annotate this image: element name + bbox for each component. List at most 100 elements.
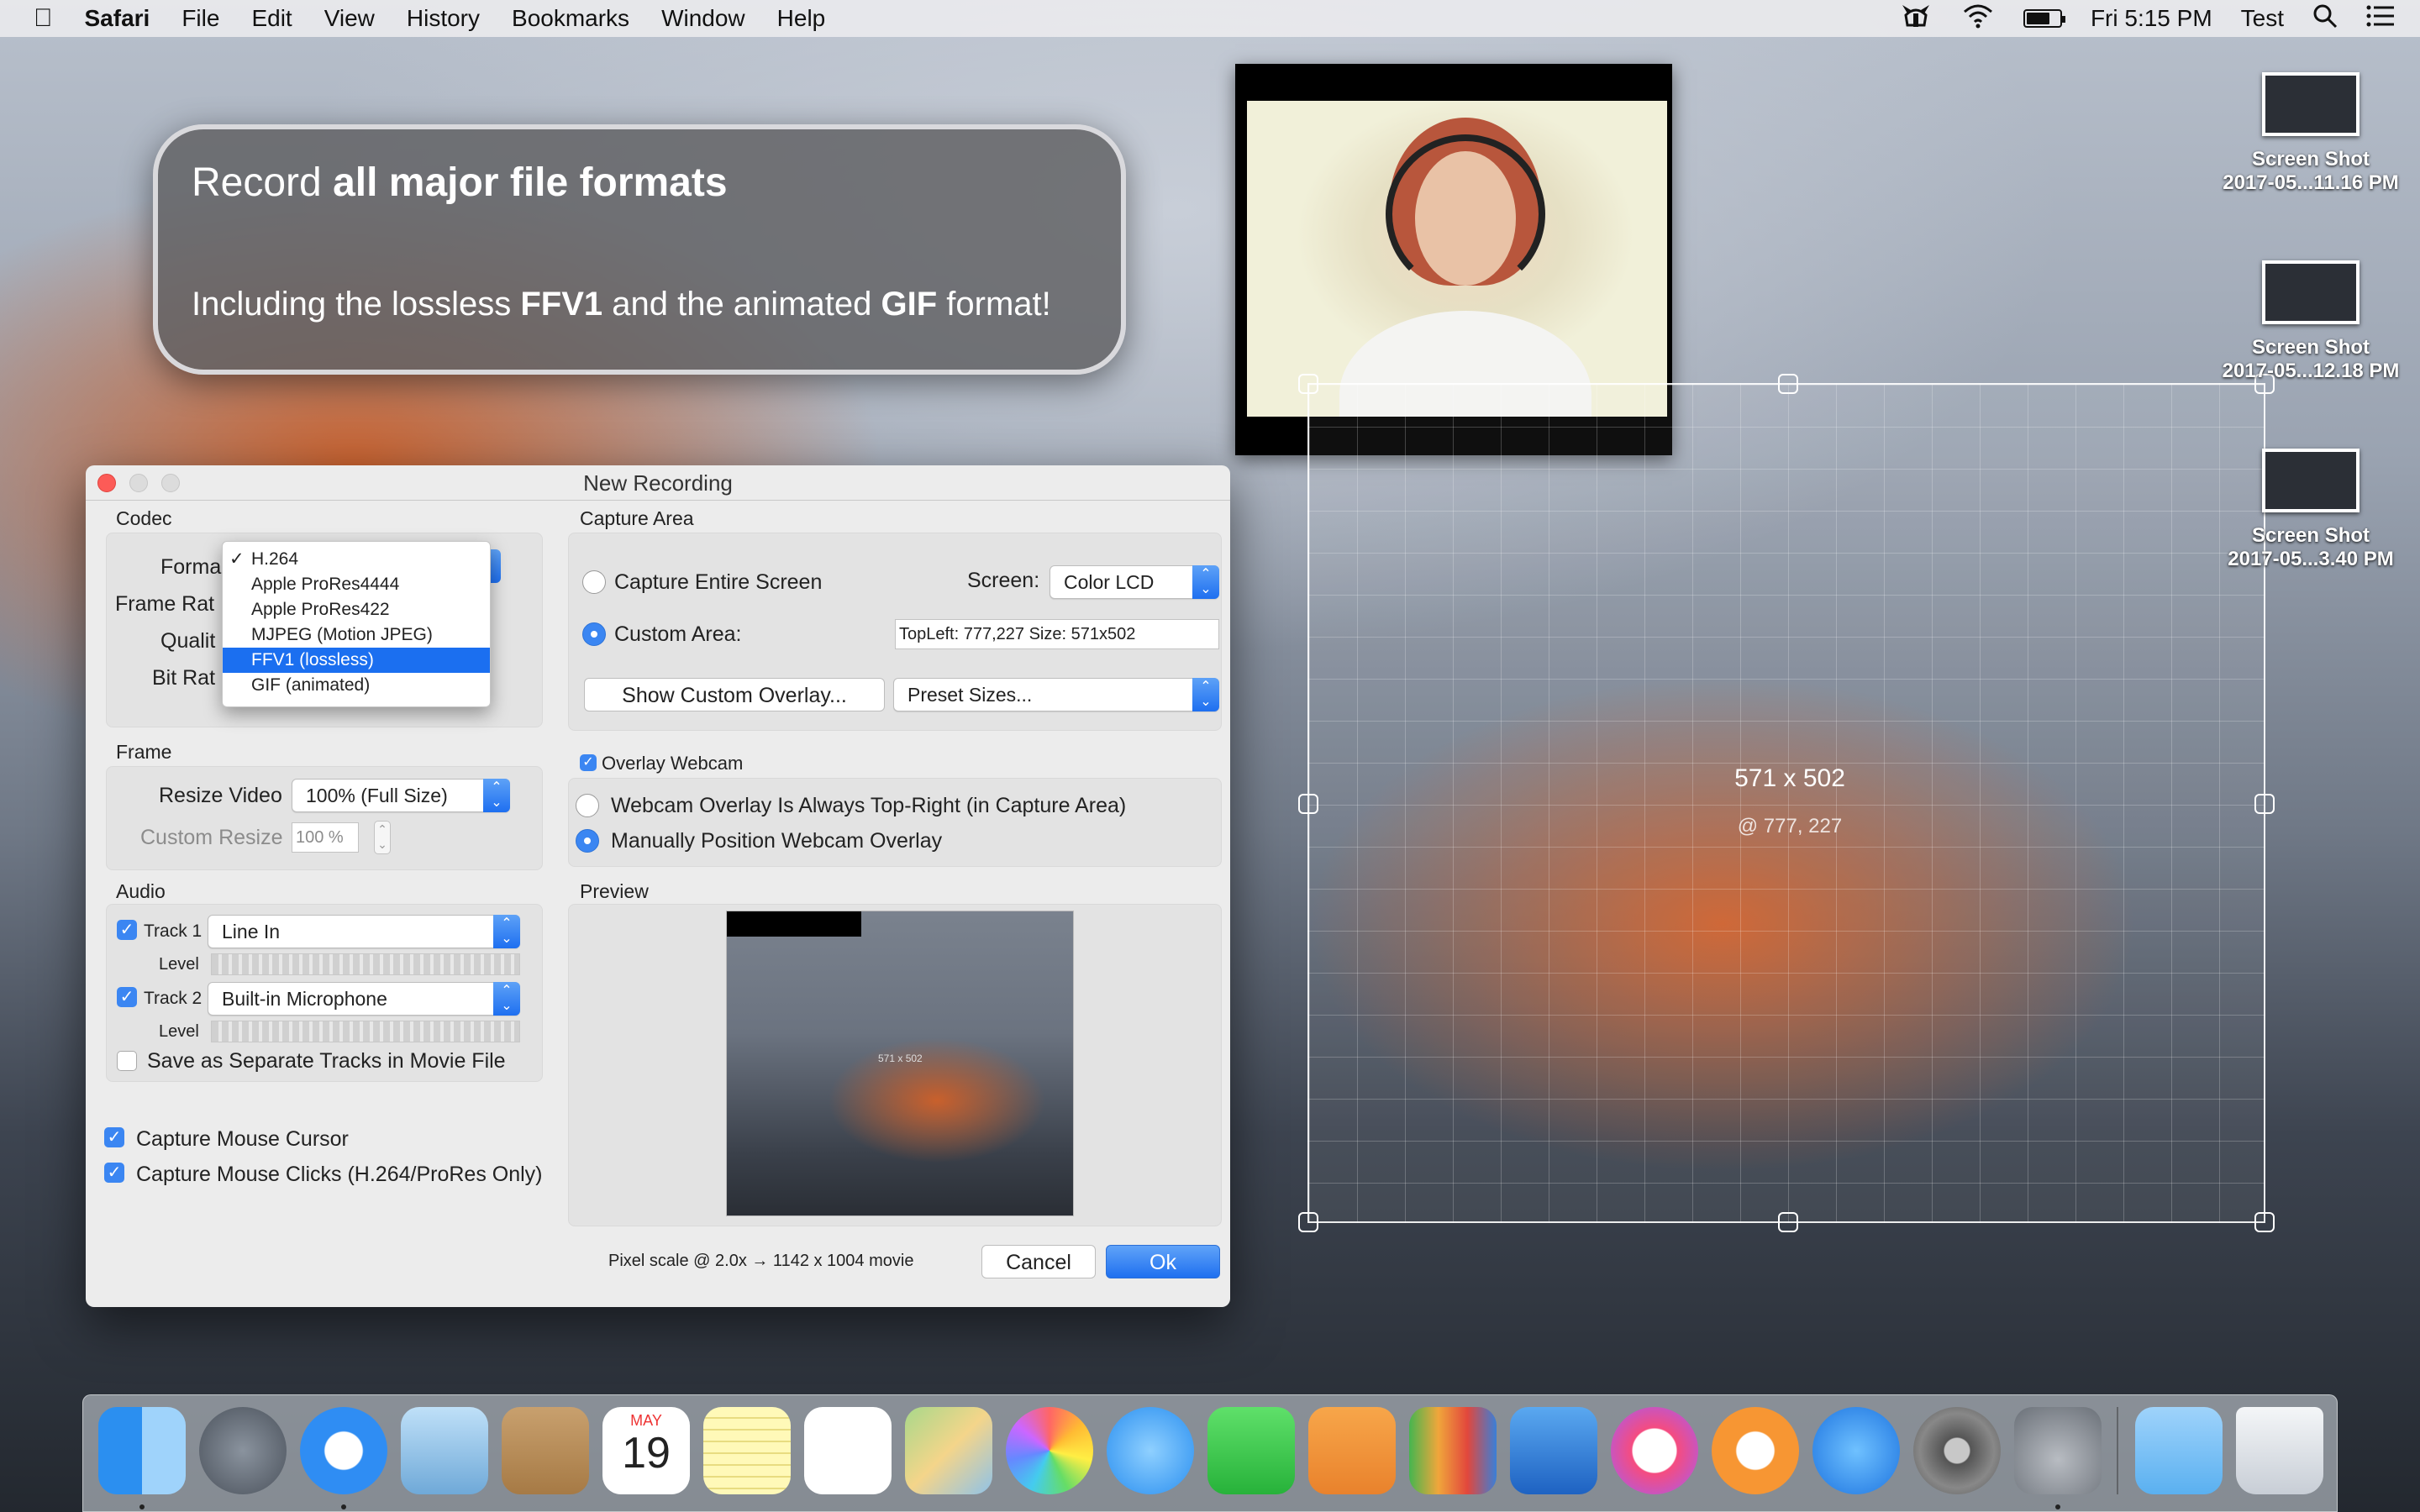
capture-entire-screen-radio[interactable]	[582, 570, 606, 594]
format-option-gif[interactable]: GIF (animated)	[223, 673, 490, 698]
safari-icon[interactable]	[300, 1407, 387, 1494]
facetime-icon[interactable]	[1207, 1407, 1295, 1494]
menu-file[interactable]: File	[182, 5, 219, 32]
menu-view[interactable]: View	[324, 5, 375, 32]
keynote-icon[interactable]	[1510, 1407, 1597, 1494]
trash-icon[interactable]	[2236, 1407, 2323, 1494]
custom-resize-label: Custom Resize	[140, 826, 283, 849]
quality-label: Qualit	[160, 629, 216, 653]
calendar-icon[interactable]: MAY 19	[602, 1407, 690, 1494]
preset-sizes-popup[interactable]: Preset Sizes... ⌃ ⌄	[893, 678, 1219, 711]
resize-handle-right[interactable]	[2254, 794, 2275, 814]
overlay-webcam-label[interactable]: Overlay Webcam	[602, 753, 743, 774]
wifi-icon[interactable]	[1961, 3, 1995, 34]
screen-recorder-icon[interactable]	[2014, 1407, 2102, 1494]
separate-tracks-label[interactable]: Save as Separate Tracks in Movie File	[147, 1049, 506, 1074]
app-store-icon[interactable]	[1812, 1407, 1900, 1494]
resize-handle-top[interactable]	[1778, 374, 1798, 394]
desktop-file-2[interactable]: Screen Shot 2017-05...12.18 PM	[2210, 260, 2412, 383]
format-option-prores4444[interactable]: Apple ProRes4444	[223, 572, 490, 597]
capture-mouse-clicks-checkbox[interactable]: ✓	[104, 1163, 124, 1183]
preview-size-label: 571 x 502	[878, 1053, 923, 1064]
show-custom-overlay-button[interactable]: Show Custom Overlay...	[584, 678, 885, 711]
capture-mouse-cursor-checkbox[interactable]: ✓	[104, 1127, 124, 1147]
custom-resize-field[interactable]: 100 %	[292, 822, 359, 853]
clock[interactable]: Fri 5:15 PM	[2091, 5, 2212, 32]
itunes-icon[interactable]	[1611, 1407, 1698, 1494]
pixel-scale-label: Pixel scale @ 2.0x → 1142 x 1004 movie	[608, 1252, 914, 1270]
ok-button[interactable]: Ok	[1106, 1245, 1220, 1278]
capture-mouse-clicks-label[interactable]: Capture Mouse Clicks (H.264/ProRes Only)	[136, 1163, 543, 1187]
messages-icon[interactable]	[1107, 1407, 1194, 1494]
track2-checkbox[interactable]: ✓	[117, 987, 137, 1007]
format-option-h264[interactable]: ✓ H.264	[223, 547, 490, 572]
photos-icon[interactable]	[1006, 1407, 1093, 1494]
screen-popup[interactable]: Color LCD ⌃ ⌄	[1050, 565, 1219, 599]
notes-icon[interactable]	[703, 1407, 791, 1494]
menu-bookmarks[interactable]: Bookmarks	[512, 5, 629, 32]
webcam-top-right-label[interactable]: Webcam Overlay Is Always Top-Right (in C…	[611, 794, 1126, 818]
menu-edit[interactable]: Edit	[251, 5, 292, 32]
menu-bar:  Safari File Edit View History Bookmark…	[0, 0, 2420, 37]
frame-rate-label: Frame Rat	[115, 592, 215, 616]
track1-checkbox[interactable]: ✓	[117, 920, 137, 940]
track2-level-label: Level	[159, 1022, 199, 1041]
window-titlebar[interactable]: New Recording	[86, 465, 1230, 501]
custom-resize-stepper[interactable]: ⌃ ⌄	[374, 821, 391, 854]
apple-menu-icon[interactable]: 	[34, 4, 53, 33]
capture-entire-screen-label[interactable]: Capture Entire Screen	[614, 570, 822, 595]
resize-handle-bottom[interactable]	[1778, 1212, 1798, 1232]
webcam-top-right-radio[interactable]	[576, 794, 599, 817]
downloads-folder-icon[interactable]	[2135, 1407, 2223, 1494]
numbers-icon[interactable]	[1409, 1407, 1497, 1494]
audio-group: ✓ Track 1 Line In ⌃ ⌄ Level ✓ Track 2 Buil…	[106, 904, 543, 1082]
track2-level-meter	[211, 1021, 520, 1042]
menu-app-name[interactable]: Safari	[85, 5, 150, 32]
menu-history[interactable]: History	[407, 5, 480, 32]
preview-header: Preview	[580, 880, 649, 902]
desktop-file-3[interactable]: Screen Shot 2017-05...3.40 PM	[2210, 449, 2412, 571]
separate-tracks-checkbox[interactable]: ✓	[117, 1051, 137, 1071]
finder-icon[interactable]	[98, 1407, 186, 1494]
ibooks-icon[interactable]	[1712, 1407, 1799, 1494]
custom-area-radio[interactable]	[582, 622, 606, 646]
track2-source-popup[interactable]: Built-in Microphone ⌃ ⌄	[208, 982, 520, 1016]
spotlight-search-icon[interactable]	[2312, 3, 2338, 34]
mail-icon[interactable]	[401, 1407, 488, 1494]
webcam-manual-label[interactable]: Manually Position Webcam Overlay	[611, 829, 942, 853]
format-label: Forma	[160, 555, 222, 579]
custom-area-label[interactable]: Custom Area:	[614, 622, 741, 647]
menu-help[interactable]: Help	[777, 5, 826, 32]
desktop-file-1[interactable]: Screen Shot 2017-05...11.16 PM	[2210, 72, 2412, 195]
user-name[interactable]: Test	[2241, 5, 2284, 32]
launchpad-icon[interactable]	[199, 1407, 287, 1494]
format-option-prores422[interactable]: Apple ProRes422	[223, 597, 490, 622]
custom-area-field[interactable]: TopLeft: 777,227 Size: 571x502	[895, 619, 1219, 649]
contacts-icon[interactable]	[502, 1407, 589, 1494]
cancel-button[interactable]: Cancel	[981, 1245, 1096, 1278]
pages-icon[interactable]	[1308, 1407, 1396, 1494]
battery-icon[interactable]	[2023, 9, 2065, 28]
format-option-mjpeg[interactable]: MJPEG (Motion JPEG)	[223, 622, 490, 648]
reminders-icon[interactable]	[804, 1407, 892, 1494]
webcam-manual-radio[interactable]	[576, 829, 599, 853]
chevron-updown-icon: ⌃⌄	[493, 915, 520, 948]
capture-mouse-cursor-label[interactable]: Capture Mouse Cursor	[136, 1127, 349, 1152]
resize-handle-bottom-right[interactable]	[2254, 1212, 2275, 1232]
capture-area-selection[interactable]	[1298, 374, 2275, 1232]
resize-handle-bottom-left[interactable]	[1298, 1212, 1318, 1232]
menu-window[interactable]: Window	[661, 5, 745, 32]
overlay-webcam-checkbox[interactable]: ✓	[580, 754, 597, 771]
track2-label: Track 2	[144, 989, 203, 1008]
resize-video-popup[interactable]: 100% (Full Size) ⌃ ⌄	[292, 779, 510, 812]
notification-center-icon[interactable]	[2366, 4, 2395, 34]
capture-preview: 571 x 502	[726, 911, 1074, 1216]
resize-handle-left[interactable]	[1298, 794, 1318, 814]
maps-icon[interactable]	[905, 1407, 992, 1494]
format-option-ffv1[interactable]: FFV1 (lossless)	[223, 648, 490, 673]
system-preferences-icon[interactable]	[1913, 1407, 2001, 1494]
track1-source-popup[interactable]: Line In ⌃ ⌄	[208, 915, 520, 948]
viking-helmet-icon[interactable]	[1899, 2, 1933, 36]
resize-handle-top-left[interactable]	[1298, 374, 1318, 394]
feature-callout: Record all major file formats Including …	[153, 124, 1126, 375]
